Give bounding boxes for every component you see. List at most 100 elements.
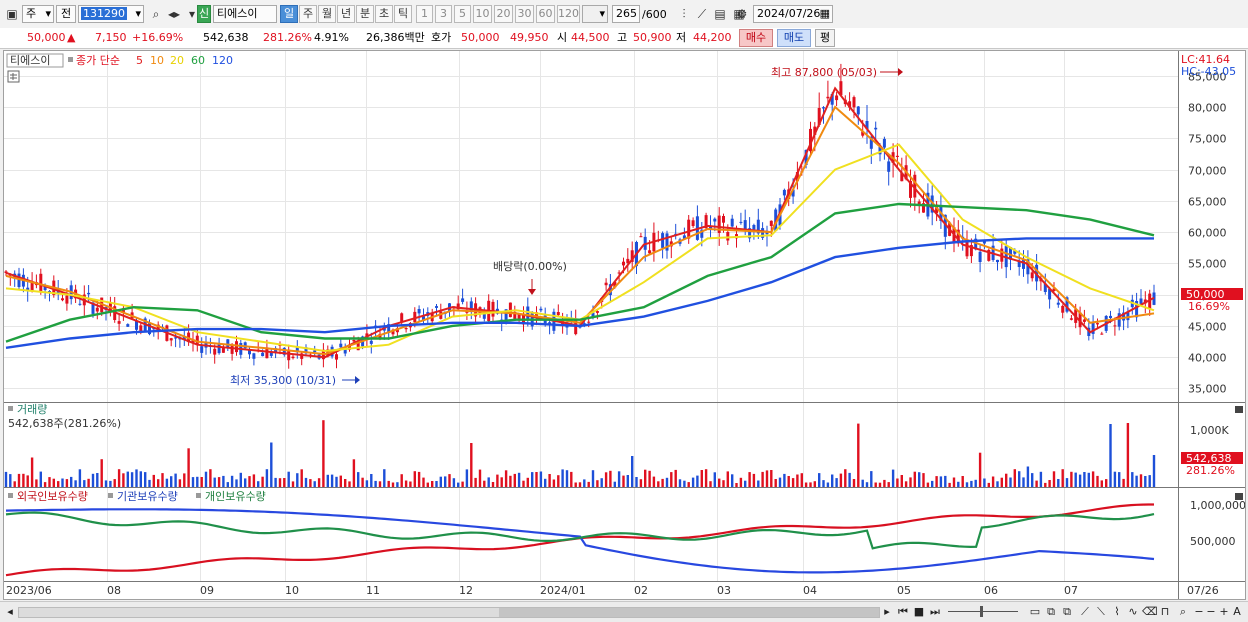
chart-area[interactable]: 85,000 80,000 75,000 70,000 65,000 60,000 55,0… xyxy=(3,50,1246,600)
zoom-slider-handle[interactable] xyxy=(980,606,983,617)
volume-bar xyxy=(874,482,877,487)
candle-body xyxy=(87,292,91,295)
stop-icon[interactable]: ■ xyxy=(912,604,926,619)
volume-bar xyxy=(557,475,560,487)
interval-20[interactable]: 20 xyxy=(494,5,513,23)
fast-forward-icon[interactable]: ⏭ xyxy=(928,604,942,619)
interval-5[interactable]: 5 xyxy=(454,5,471,23)
sell-button[interactable]: 매도 xyxy=(777,29,811,47)
volume-bar xyxy=(1144,476,1147,487)
period-tab-month[interactable]: 월 xyxy=(318,5,336,23)
copy-icon[interactable]: ⧉ xyxy=(1044,604,1058,619)
volume-bar xyxy=(374,480,377,487)
count-input[interactable]: 265 xyxy=(612,5,640,23)
layout-icon[interactable]: ▭ xyxy=(1028,604,1042,619)
volume-bar xyxy=(1078,474,1082,487)
magnet-icon[interactable]: ⊓ xyxy=(1158,604,1172,619)
period-tab-tick[interactable]: 틱 xyxy=(394,5,412,23)
volume-bar xyxy=(22,473,25,487)
volume-bar xyxy=(1122,478,1125,487)
search-icon[interactable]: ⌕ xyxy=(148,5,164,23)
volume-bar xyxy=(1009,477,1012,487)
candle-body xyxy=(1082,319,1086,322)
zoom-icon[interactable]: ⌕ xyxy=(1176,604,1190,619)
candle-body xyxy=(252,353,256,359)
stock-name-field[interactable]: 티에스이 xyxy=(213,5,277,23)
font-size-icon[interactable]: A xyxy=(1230,604,1244,619)
period-tab-day[interactable]: 일 xyxy=(280,5,298,23)
volume-bar xyxy=(239,472,242,487)
wave-icon[interactable]: ∿ xyxy=(1126,604,1140,619)
legend-institution: 기관보유수량 xyxy=(117,490,178,503)
speaker-icon[interactable]: ◂▸ xyxy=(166,5,182,23)
rewind-icon[interactable]: ⏮ xyxy=(896,604,910,619)
buy-button[interactable]: 매수 xyxy=(739,29,773,47)
panel-close-icon-2[interactable] xyxy=(1235,493,1243,500)
window-icon[interactable]: ▣ xyxy=(4,5,20,23)
candle-body xyxy=(417,309,421,314)
candle-icon[interactable]: ⫶ xyxy=(676,5,692,23)
volume-bar xyxy=(561,469,564,487)
interval-120[interactable]: 120 xyxy=(557,5,580,23)
price-axis-tick: 55,000 xyxy=(1188,258,1227,271)
zoom-slider[interactable] xyxy=(948,611,1018,612)
volume-bar xyxy=(870,471,873,487)
volume-axis-tick: 1,000K xyxy=(1190,424,1229,437)
candle-body xyxy=(78,303,82,305)
date-axis-tick: 2023/06 xyxy=(6,584,52,597)
avg-price-button[interactable]: 평 xyxy=(815,29,835,47)
legend-ma10: 10 xyxy=(150,54,164,67)
plus-icon[interactable]: + xyxy=(1217,604,1231,619)
candle-body xyxy=(769,220,773,226)
volume-bar xyxy=(983,478,986,487)
volume-bar xyxy=(726,471,729,487)
period-tab-week[interactable]: 주 xyxy=(299,5,317,23)
volume-bar xyxy=(274,477,277,487)
save-icon[interactable]: ▤ xyxy=(712,5,728,23)
candle-body xyxy=(852,97,856,108)
duplicate-icon[interactable]: ⧉ xyxy=(1060,604,1074,619)
scroll-right-icon[interactable]: ▸ xyxy=(880,604,894,619)
volume-bar xyxy=(1096,475,1099,487)
volume-bar xyxy=(422,477,425,487)
trend-line-icon[interactable]: ⟋ xyxy=(1078,604,1092,619)
scroll-left-icon[interactable]: ◂ xyxy=(3,604,17,619)
volume-bar xyxy=(30,457,34,487)
volume-bar xyxy=(1035,480,1038,487)
candle-body xyxy=(235,341,238,353)
interval-select[interactable]: 주 ▾ xyxy=(22,5,54,23)
erase-icon[interactable]: ⌫ xyxy=(1142,604,1158,619)
volume-bar xyxy=(470,443,473,487)
stock-code-input[interactable]: 131290 ▾ xyxy=(78,5,144,23)
interval-custom-select[interactable]: ▾ xyxy=(582,5,608,23)
chart-type-icon[interactable]: ⟋ xyxy=(694,5,710,23)
period-tab-minute[interactable]: 분 xyxy=(356,5,374,23)
candle-body xyxy=(595,311,599,313)
scroll-thumb[interactable] xyxy=(499,608,879,617)
interval-30[interactable]: 30 xyxy=(515,5,534,23)
period-tab-year[interactable]: 년 xyxy=(337,5,355,23)
bid-label: 호가 xyxy=(431,31,452,44)
draw-line-icon[interactable]: ⟍ xyxy=(1094,604,1108,619)
interval-3[interactable]: 3 xyxy=(435,5,452,23)
interval-10[interactable]: 10 xyxy=(473,5,492,23)
legend-ma5: 5 xyxy=(136,54,143,67)
interval-60[interactable]: 60 xyxy=(536,5,555,23)
minus-icon[interactable]: − xyxy=(1204,604,1218,619)
compare-button[interactable]: 전 xyxy=(56,5,76,23)
period-tab-second[interactable]: 초 xyxy=(375,5,393,23)
volume-bar xyxy=(1105,479,1108,487)
fibonacci-icon[interactable]: ⌇ xyxy=(1110,604,1124,619)
date-input[interactable]: 2024/07/26 ▦ xyxy=(753,5,833,23)
horizontal-scrollbar[interactable] xyxy=(18,607,880,618)
volume-bar xyxy=(757,480,760,487)
volume-bar xyxy=(657,481,660,487)
settings-icon[interactable]: ⚙ xyxy=(734,5,750,23)
candle-body xyxy=(856,106,860,115)
volume-bar xyxy=(135,469,138,487)
interval-1[interactable]: 1 xyxy=(416,5,433,23)
volume-current-pct: 281.26% xyxy=(1186,464,1235,477)
panel-close-icon[interactable] xyxy=(1235,406,1243,413)
volume-bar xyxy=(691,477,695,487)
volume-bar xyxy=(217,477,221,487)
